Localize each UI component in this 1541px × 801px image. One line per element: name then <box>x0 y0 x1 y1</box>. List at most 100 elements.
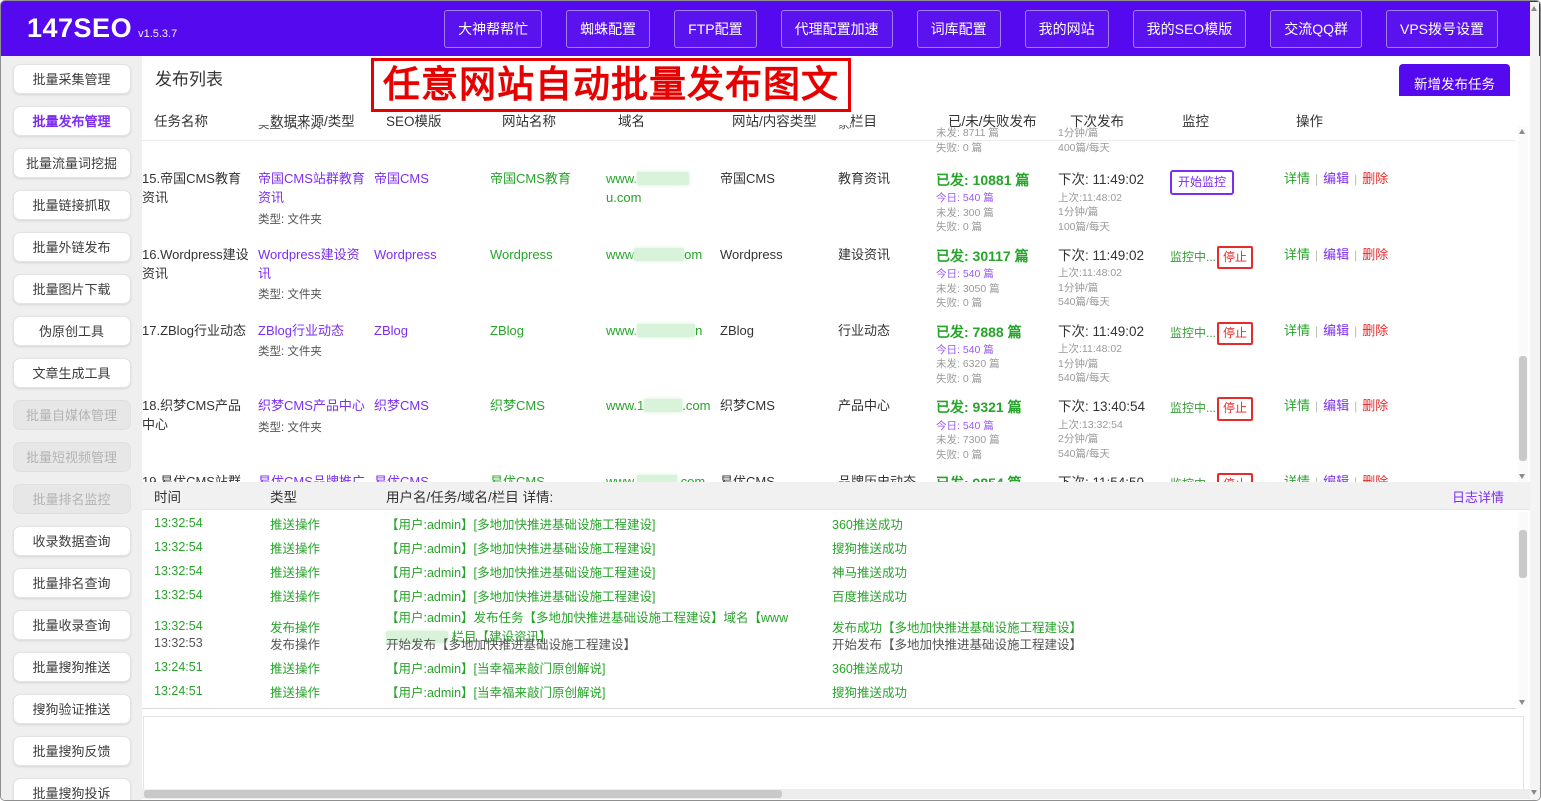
detail-link[interactable]: 详情 <box>1284 474 1310 482</box>
log-result: 神马推送成功 <box>832 562 1516 581</box>
top-nav-item-5[interactable]: 词库配置 <box>917 10 1001 48</box>
log-result: 开始发布【多地加快推进基础设施工程建设】 <box>832 634 1516 653</box>
delete-link[interactable]: 删除 <box>1362 247 1388 262</box>
start-monitor-button[interactable]: 开始监控 <box>1170 170 1234 195</box>
edit-link[interactable]: 编辑 <box>1323 171 1349 186</box>
delete-link[interactable]: 删除 <box>1362 474 1388 482</box>
table-scrollbar[interactable] <box>1518 126 1528 482</box>
log-result: 360推送成功 <box>832 658 1516 677</box>
cell: 家/ <box>838 125 936 154</box>
sidebar-item-15[interactable]: 批量搜狗推送 <box>13 652 131 682</box>
delete-link[interactable]: 删除 <box>1362 323 1388 338</box>
log-detail: 【用户:admin】[当幸福来敲门原创解说] <box>386 658 832 677</box>
scrollbar-thumb[interactable] <box>144 790 782 798</box>
domain-prefix: www.1 <box>606 398 644 413</box>
scrollbar-thumb[interactable] <box>1519 530 1527 578</box>
seo-template-link[interactable]: Wordpress <box>374 247 437 262</box>
column-name: 行业动态 <box>838 322 936 386</box>
sidebar-item-7[interactable]: 伪原创工具 <box>13 316 131 346</box>
stop-monitor-button[interactable]: 停止 <box>1217 473 1253 482</box>
top-nav-item-7[interactable]: 我的SEO模版 <box>1133 10 1247 48</box>
sidebar-item-6[interactable]: 批量图片下载 <box>13 274 131 304</box>
edit-link[interactable]: 编辑 <box>1323 247 1349 262</box>
delete-link[interactable]: 删除 <box>1362 398 1388 413</box>
seo-template-link[interactable]: ZBlog <box>374 323 408 338</box>
data-source-link[interactable]: Wordpress建设资讯 <box>258 246 366 284</box>
monitor-cell: 监控中...停止 <box>1170 322 1284 386</box>
sidebar-item-13[interactable]: 批量排名查询 <box>13 568 131 598</box>
seo-template-cell: 帝国CMS <box>374 170 490 234</box>
data-source-link[interactable]: 易优CMS品牌推广 <box>258 473 366 482</box>
unpublished-count: 未发: 3050 篇 <box>936 283 1050 296</box>
scroll-up-icon[interactable] <box>1519 129 1525 134</box>
top-nav-item-2[interactable]: 蜘蛛配置 <box>566 10 650 48</box>
sidebar-item-4[interactable]: 批量链接抓取 <box>13 190 131 220</box>
seo-template-link[interactable]: 帝国CMS <box>374 171 429 186</box>
log-detail-text: 【用户:admin】[多地加快推进基础设施工程建设] <box>386 590 655 604</box>
stop-monitor-button[interactable]: 停止 <box>1217 397 1253 420</box>
sidebar-item-8[interactable]: 文章生成工具 <box>13 358 131 388</box>
seo-template-link[interactable]: 易优CMS <box>374 474 429 482</box>
seo-template-link[interactable]: 织梦CMS <box>374 398 429 413</box>
log-type: 发布操作 <box>270 634 386 653</box>
task-name: 17.ZBlog行业动态 <box>142 322 258 386</box>
cell <box>1170 125 1284 154</box>
sidebar-item-17[interactable]: 批量搜狗反馈 <box>13 736 131 766</box>
log-col-type: 类型 <box>270 486 386 506</box>
sidebar-item-9: 批量自媒体管理 <box>13 400 131 430</box>
detail-link[interactable]: 详情 <box>1284 171 1310 186</box>
sidebar-item-16[interactable]: 搜狗验证推送 <box>13 694 131 724</box>
page-scrollbar[interactable] <box>1530 2 1539 799</box>
scroll-up-icon[interactable] <box>1531 6 1537 11</box>
sidebar-item-18[interactable]: 批量搜狗投诉 <box>13 778 131 801</box>
seo-template-cell: 易优CMS <box>374 473 490 482</box>
log-detail-text: 【用户:admin】[多地加快推进基础设施工程建设] <box>386 542 655 556</box>
data-source-link[interactable]: 帝国CMS站群教育资讯 <box>258 170 366 208</box>
publish-stats-cell: 已发: 30117 篇今日: 540 篇未发: 3050 篇失败: 0 篇 <box>936 246 1058 310</box>
monitor-cell: 监控中...停止 <box>1170 397 1284 461</box>
edit-link[interactable]: 编辑 <box>1323 474 1349 482</box>
horizontal-scrollbar[interactable] <box>142 789 1530 799</box>
log-result: 搜狗推送成功 <box>832 538 1516 557</box>
unpublished-count: 未发: 8711 篇 <box>936 127 1050 140</box>
sidebar-item-1[interactable]: 批量采集管理 <box>13 64 131 94</box>
scrollbar-thumb[interactable] <box>1519 356 1527 461</box>
data-source-link[interactable]: 织梦CMS产品中心 <box>258 397 366 416</box>
failed-count: 失败: 0 篇 <box>936 373 1050 386</box>
top-nav-item-3[interactable]: FTP配置 <box>674 10 756 48</box>
delete-link[interactable]: 删除 <box>1362 171 1388 186</box>
log-detail-link[interactable]: 日志详情 <box>1452 487 1504 506</box>
sidebar-item-12[interactable]: 收录数据查询 <box>13 526 131 556</box>
log-scrollbar[interactable] <box>1518 512 1528 708</box>
scroll-down-icon[interactable] <box>1519 700 1525 705</box>
sidebar-item-3[interactable]: 批量流量词挖掘 <box>13 148 131 178</box>
top-nav-item-8[interactable]: 交流QQ群 <box>1270 10 1362 48</box>
log-col-time: 时间 <box>154 486 270 506</box>
detail-link[interactable]: 详情 <box>1284 398 1310 413</box>
detail-link[interactable]: 详情 <box>1284 323 1310 338</box>
app-window: 147SEO v1.5.3.7 大神帮帮忙蜘蛛配置FTP配置代理配置加速词库配置… <box>0 0 1541 801</box>
edit-link[interactable]: 编辑 <box>1323 323 1349 338</box>
stop-monitor-button[interactable]: 停止 <box>1217 246 1253 269</box>
scroll-down-icon[interactable] <box>1531 790 1537 795</box>
stop-monitor-button[interactable]: 停止 <box>1217 322 1253 345</box>
scroll-down-icon[interactable] <box>1519 474 1525 479</box>
failed-count: 失败: 0 篇 <box>936 297 1050 310</box>
sidebar-item-5[interactable]: 批量外链发布 <box>13 232 131 262</box>
top-nav-item-9[interactable]: VPS拨号设置 <box>1386 10 1498 48</box>
log-type: 推送操作 <box>270 514 386 533</box>
sidebar-item-2[interactable]: 批量发布管理 <box>13 106 131 136</box>
top-nav-item-1[interactable]: 大神帮帮忙 <box>444 10 542 48</box>
top-nav: 大神帮帮忙蜘蛛配置 FTP配置代理配置加速词库配置我的网站我的SEO模版交流QQ群… <box>444 10 1540 48</box>
separator: | <box>1315 248 1318 262</box>
log-time: 13:32:54 <box>154 540 270 554</box>
data-source-link[interactable]: ZBlog行业动态 <box>258 322 366 341</box>
sidebar-item-14[interactable]: 批量收录查询 <box>13 610 131 640</box>
top-nav-item-6[interactable]: 我的网站 <box>1025 10 1109 48</box>
log-time: 13:32:54 <box>154 588 270 602</box>
blurred-domain-segment <box>644 399 682 412</box>
detail-link[interactable]: 详情 <box>1284 247 1310 262</box>
top-nav-item-4[interactable]: 代理配置加速 <box>781 10 893 48</box>
edit-link[interactable]: 编辑 <box>1323 398 1349 413</box>
clipped-text: 类型: 文件夹 <box>258 125 366 151</box>
